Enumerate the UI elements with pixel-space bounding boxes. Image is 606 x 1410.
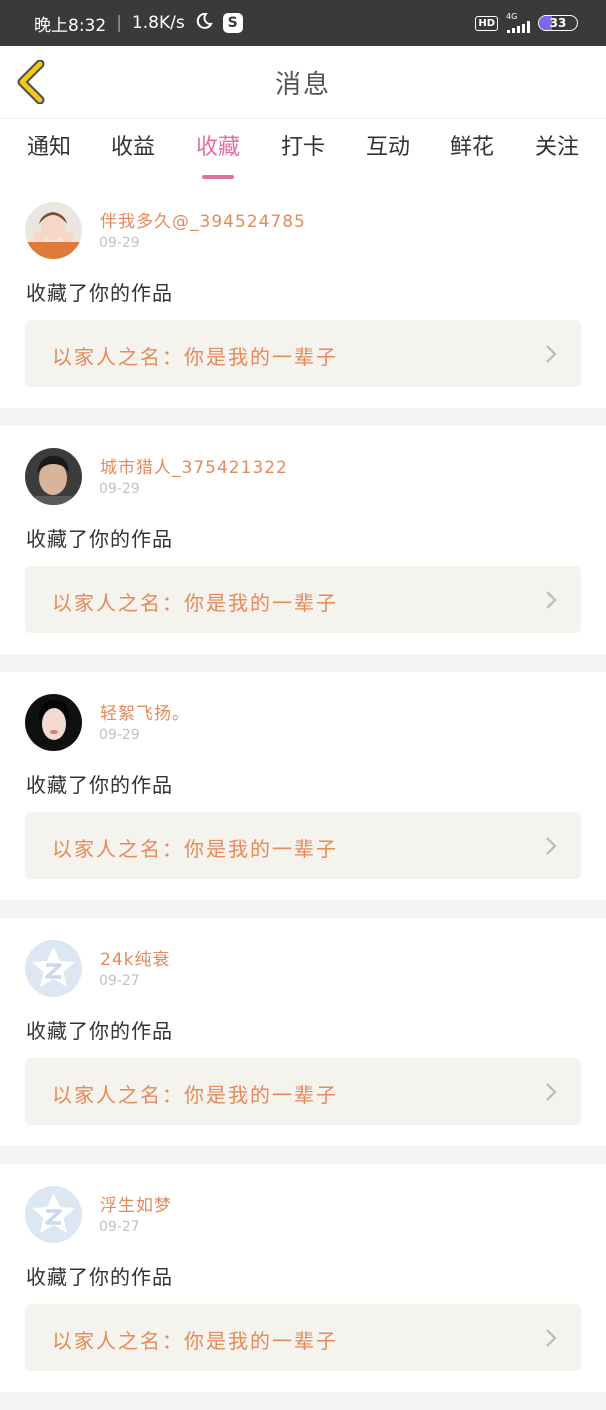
tab-notification[interactable]: 通知 <box>14 129 84 179</box>
avatar[interactable] <box>25 694 82 751</box>
message-text: 收藏了你的作品 <box>26 773 173 797</box>
moon-icon <box>195 12 213 35</box>
app-notification-icon: S <box>222 13 243 33</box>
username-link[interactable]: 浮生如梦 <box>100 1191 172 1216</box>
network-type: 4G <box>506 12 518 21</box>
tab-earnings[interactable]: 收益 <box>98 129 168 179</box>
avatar[interactable] <box>25 202 82 259</box>
message-date: 09-27 <box>99 973 140 989</box>
work-title: 以家人之名：你是我的一辈子 <box>52 837 338 861</box>
work-link[interactable]: 以家人之名：你是我的一辈子 <box>25 1304 581 1371</box>
tab-checkin[interactable]: 打卡 <box>268 129 338 179</box>
work-link[interactable]: 以家人之名：你是我的一辈子 <box>25 566 581 633</box>
photo-woman-avatar <box>25 694 82 751</box>
battery-icon: 33 <box>538 15 578 31</box>
work-link[interactable]: 以家人之名：你是我的一辈子 <box>25 1058 581 1125</box>
username-link[interactable]: 轻絮飞扬。 <box>100 699 190 724</box>
chevron-right-icon <box>546 1083 557 1101</box>
message-card: 浮生如梦 09-27 收藏了你的作品 以家人之名：你是我的一辈子 <box>0 1164 606 1392</box>
active-tab-indicator <box>202 175 234 179</box>
tab-flowers[interactable]: 鲜花 <box>437 129 507 179</box>
work-title: 以家人之名：你是我的一辈子 <box>52 591 338 615</box>
status-time: 晚上8:32 <box>34 15 107 36</box>
chevron-right-icon <box>546 1329 557 1347</box>
message-text: 收藏了你的作品 <box>26 1019 173 1043</box>
network-speed: 1.8K/s <box>131 13 185 33</box>
message-card: 24k纯衰 09-27 收藏了你的作品 以家人之名：你是我的一辈子 <box>0 918 606 1146</box>
tab-label: 打卡 <box>280 135 325 160</box>
chevron-right-icon <box>546 837 557 855</box>
tab-label: 关注 <box>534 135 579 160</box>
work-title: 以家人之名：你是我的一辈子 <box>52 1083 338 1107</box>
tab-label: 收益 <box>110 135 155 160</box>
tab-favorites[interactable]: 收藏 <box>183 129 253 179</box>
message-card: 轻絮飞扬。 09-29 收藏了你的作品 以家人之名：你是我的一辈子 <box>0 672 606 900</box>
tab-label: 鲜花 <box>449 135 494 160</box>
tab-label: 收藏 <box>195 135 240 160</box>
chevron-left-icon <box>17 59 45 105</box>
message-text: 收藏了你的作品 <box>26 281 173 305</box>
chevron-right-icon <box>546 345 557 363</box>
photo-girl-avatar <box>25 202 82 259</box>
message-date: 09-27 <box>99 1219 140 1235</box>
nav-header: 消息 <box>0 46 606 118</box>
signal-icon: 4G <box>506 13 530 33</box>
message-date: 09-29 <box>99 481 140 497</box>
tab-label: 通知 <box>26 135 71 160</box>
work-link[interactable]: 以家人之名：你是我的一辈子 <box>25 320 581 387</box>
message-list: 伴我多久@_394524785 09-29 收藏了你的作品 以家人之名：你是我的… <box>0 180 606 1410</box>
username-link[interactable]: 24k纯衰 <box>100 945 170 970</box>
page-title: 消息 <box>274 69 331 100</box>
battery-level: 33 <box>549 16 567 30</box>
work-title: 以家人之名：你是我的一辈子 <box>52 345 338 369</box>
avatar[interactable] <box>25 448 82 505</box>
username-link[interactable]: 城市猎人_375421322 <box>100 453 288 478</box>
tab-interaction[interactable]: 互动 <box>353 129 423 179</box>
tab-bar: 通知 收益 收藏 打卡 互动 鲜花 关注 <box>0 118 606 180</box>
message-text: 收藏了你的作品 <box>26 527 173 551</box>
message-text: 收藏了你的作品 <box>26 1265 173 1289</box>
tab-follow[interactable]: 关注 <box>522 129 592 179</box>
work-title: 以家人之名：你是我的一辈子 <box>52 1329 338 1353</box>
message-card: 城市猎人_375421322 09-29 收藏了你的作品 以家人之名：你是我的一… <box>0 426 606 654</box>
default-star-avatar <box>25 1186 82 1243</box>
back-button[interactable] <box>14 59 54 105</box>
avatar[interactable] <box>25 1186 82 1243</box>
avatar[interactable] <box>25 940 82 997</box>
chevron-right-icon <box>546 591 557 609</box>
message-date: 09-29 <box>99 235 140 251</box>
photo-boy-avatar <box>25 448 82 505</box>
work-link[interactable]: 以家人之名：你是我的一辈子 <box>25 812 581 879</box>
default-star-avatar <box>25 940 82 997</box>
status-divider: | <box>116 13 122 33</box>
message-card: 伴我多久@_394524785 09-29 收藏了你的作品 以家人之名：你是我的… <box>0 180 606 408</box>
status-bar: 晚上8:32 | 1.8K/s S HD 4G 33 <box>0 0 606 46</box>
message-date: 09-29 <box>99 727 140 743</box>
hd-icon: HD <box>475 15 498 31</box>
username-link[interactable]: 伴我多久@_394524785 <box>100 207 306 232</box>
tab-label: 互动 <box>365 135 410 160</box>
